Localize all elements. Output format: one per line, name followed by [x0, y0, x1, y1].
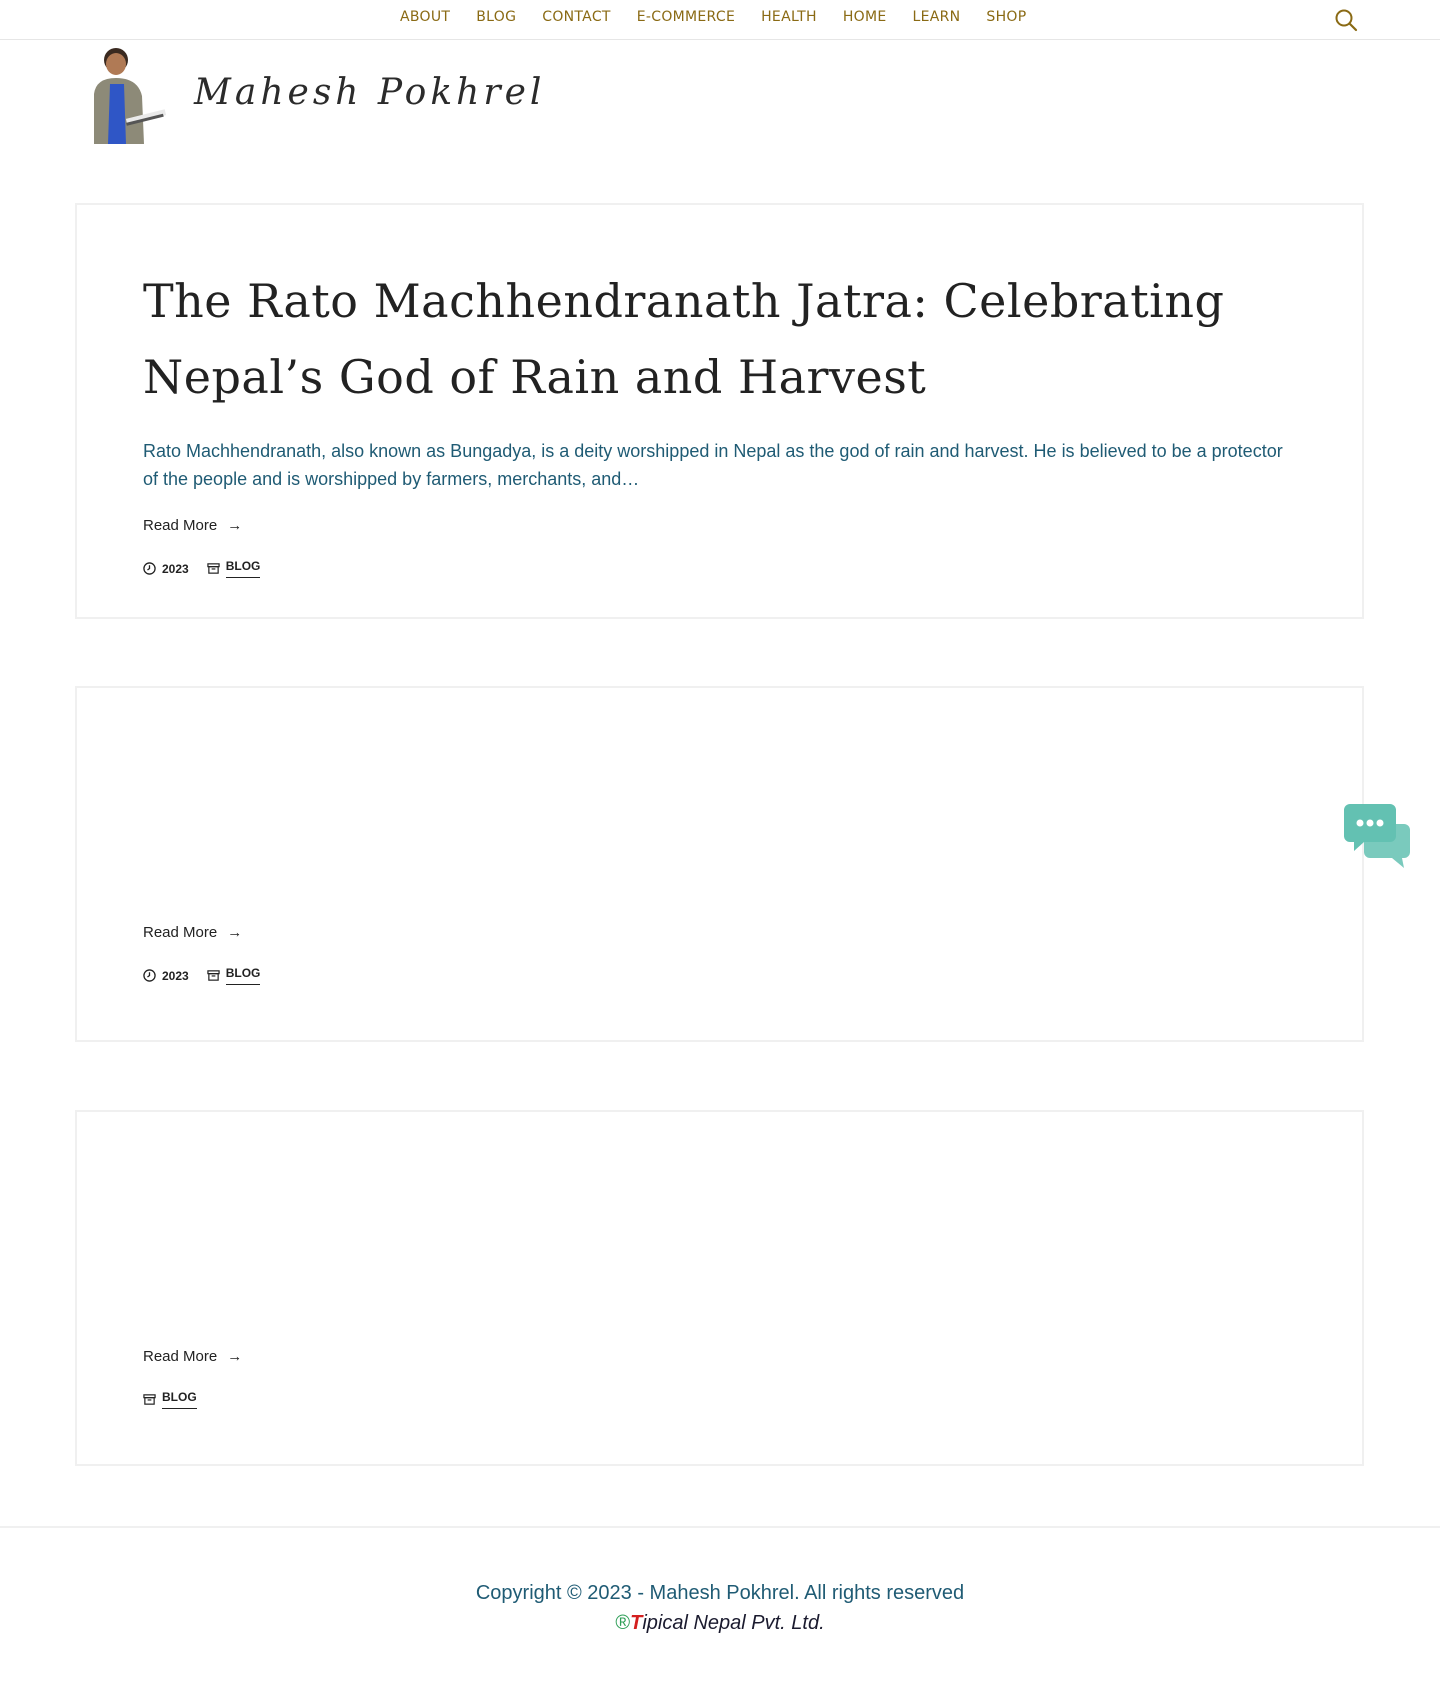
footer-divider — [0, 1526, 1440, 1528]
chat-bubbles-icon[interactable] — [1344, 804, 1410, 870]
credit-logo-letter: T — [630, 1612, 643, 1634]
clock-icon — [143, 562, 156, 575]
nav-item-health[interactable]: Health — [761, 9, 817, 25]
nav-item-contact[interactable]: Contact — [542, 9, 611, 25]
top-navigation-bar: About Blog Contact E-Commerce Health Hom… — [0, 0, 1440, 40]
registered-mark: ® — [615, 1612, 631, 1634]
post-card: The Rato Machhendranath Jatra: Celebrati… — [75, 203, 1364, 619]
post-category-link[interactable]: BLOG — [162, 1390, 197, 1409]
read-more-link[interactable]: Read More → — [143, 1348, 242, 1365]
post-excerpt — [143, 842, 1293, 898]
site-title[interactable]: Mahesh Pokhrel — [194, 72, 545, 113]
post-excerpt — [143, 1266, 1293, 1322]
post-excerpt: Rato Machhendranath, also known as Bunga… — [143, 441, 1283, 489]
footer-copyright: Copyright © 2023 - Mahesh Pokhrel. All r… — [475, 1582, 965, 1604]
search-icon[interactable] — [1334, 8, 1358, 32]
arrow-right-icon: → — [227, 1348, 243, 1365]
post-meta: BLOG — [143, 1390, 1293, 1409]
nav-item-e-commerce[interactable]: E-Commerce — [637, 9, 735, 25]
read-more-label: Read More — [143, 924, 218, 941]
arrow-right-icon: → — [227, 924, 243, 941]
post-category-link[interactable]: BLOG — [225, 966, 261, 985]
archive-icon — [207, 563, 220, 574]
footer-credit[interactable]: ®Tipical Nepal Pvt. Ltd. — [0, 1612, 1440, 1635]
post-card: Read More → 2023 BLOG — [75, 686, 1364, 1042]
post-title[interactable] — [143, 1194, 1293, 1244]
post-meta: 2023 BLOG — [143, 559, 1293, 578]
read-more-label: Read More — [143, 517, 218, 534]
nav-item-shop[interactable]: Shop — [986, 9, 1026, 25]
post-date[interactable]: 2023 — [162, 562, 189, 576]
read-more-label: Read More — [143, 1348, 218, 1365]
read-more-link[interactable]: Read More → — [143, 924, 242, 941]
nav-item-home[interactable]: Home — [843, 9, 887, 25]
nav-item-about[interactable]: About — [400, 9, 450, 25]
read-more-link[interactable]: Read More → — [143, 517, 242, 534]
main-menu: About Blog Contact E-Commerce Health Hom… — [400, 9, 1027, 25]
post-card: Read More → BLOG — [75, 1110, 1364, 1466]
nav-item-learn[interactable]: Learn — [912, 9, 960, 25]
arrow-right-icon: → — [227, 517, 243, 534]
credit-company: ipical Nepal Pvt. Ltd. — [642, 1612, 825, 1634]
nav-item-blog[interactable]: Blog — [476, 9, 516, 25]
post-category-link[interactable]: BLOG — [225, 559, 261, 578]
author-photo[interactable] — [86, 44, 174, 144]
archive-icon — [143, 1394, 156, 1405]
post-meta: 2023 BLOG — [143, 966, 1293, 985]
archive-icon — [207, 970, 220, 981]
post-date[interactable]: 2023 — [162, 969, 189, 983]
post-title[interactable]: The Rato Machhendranath Jatra: Celebrati… — [143, 263, 1293, 415]
post-title[interactable] — [143, 770, 1293, 820]
clock-icon — [143, 969, 156, 982]
